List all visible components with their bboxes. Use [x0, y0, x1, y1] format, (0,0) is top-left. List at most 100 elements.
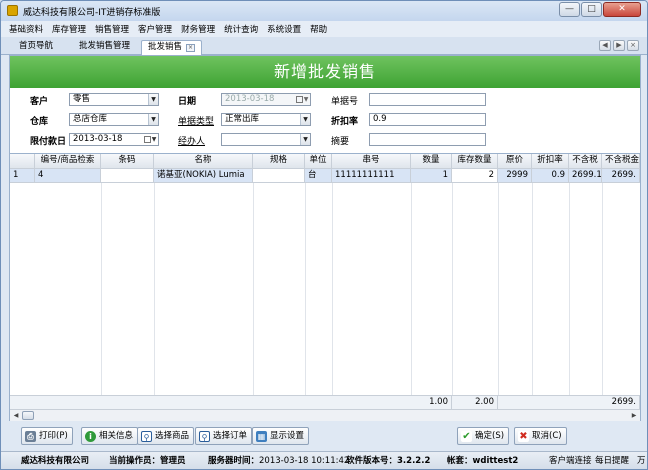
table-cell-stock[interactable]: 2: [452, 169, 498, 183]
items-grid: 编号/商品检索 条码 名称 规格 单位 串号 数量 库存数量 原价 折扣率 不含…: [10, 153, 640, 409]
menu-statistics[interactable]: 统计查询: [224, 23, 258, 35]
menu-customer[interactable]: 客户管理: [138, 23, 172, 35]
col-header-serial[interactable]: 串号: [332, 154, 411, 169]
status-server-time-label: 服务器时间：: [208, 456, 260, 466]
remark-input[interactable]: [369, 133, 486, 146]
status-account-label: 帐套：: [447, 456, 473, 466]
pay-date-field[interactable]: 2013-03-18 ▼: [69, 133, 159, 146]
display-settings-button[interactable]: ▦ 显示设置: [252, 427, 310, 445]
bottom-toolbar: ⎙ 打印(P) i 相关信息 ⚲ 选择商品 ⚲ 选择订单 ▦ 显示设置 ✔ 确定…: [1, 423, 647, 449]
tab-bar: 首页导航 批发销售管理 批发销售 × ◀ ▶ ×: [1, 37, 647, 55]
col-header-qty[interactable]: 数量: [411, 154, 452, 169]
col-header-net-amount[interactable]: 不含税金: [602, 154, 640, 169]
table-cell-barcode[interactable]: [101, 169, 154, 183]
col-header-code[interactable]: 编号/商品检索: [35, 154, 101, 169]
status-reminder[interactable]: 每日提醒: [595, 452, 629, 469]
chevron-down-icon[interactable]: ▼: [300, 114, 310, 125]
table-cell-net-amount[interactable]: 2699.: [602, 169, 640, 183]
chevron-down-icon[interactable]: ▼: [148, 114, 158, 125]
horizontal-scrollbar[interactable]: ◀ ▶: [10, 409, 640, 421]
bill-type-link[interactable]: 单据类型: [178, 114, 214, 127]
select-goods-label: 选择商品: [155, 431, 190, 441]
select-goods-button[interactable]: ⚲ 选择商品: [137, 427, 195, 445]
col-header-unit[interactable]: 单位: [305, 154, 332, 169]
status-client[interactable]: 客户端连接: [549, 452, 592, 469]
tab-home[interactable]: 首页导航: [13, 40, 59, 55]
col-header-price[interactable]: 原价: [498, 154, 532, 169]
menu-inventory[interactable]: 库存管理: [52, 23, 86, 35]
cross-icon: ✖: [518, 430, 529, 442]
minimize-icon[interactable]: —: [559, 2, 580, 17]
scroll-left-icon[interactable]: ◀: [11, 411, 21, 421]
col-header-spec[interactable]: 规格: [253, 154, 305, 169]
menu-sales[interactable]: 销售管理: [95, 23, 129, 35]
title-bar: 威达科技有限公司-IT进销存标准版 — □ ✕: [1, 1, 647, 21]
next-tab-icon[interactable]: ▶: [613, 40, 625, 51]
table-cell-discount[interactable]: 0.9: [532, 169, 569, 183]
warehouse-select[interactable]: 总店仓库 ▼: [69, 113, 159, 126]
calendar-icon[interactable]: ▼: [294, 94, 310, 105]
table-cell-serial[interactable]: 11111111111: [332, 169, 411, 183]
grid-empty-area[interactable]: [10, 183, 640, 393]
select-order-button[interactable]: ⚲ 选择订单: [195, 427, 253, 445]
date-label: 日期: [178, 97, 197, 107]
table-cell-unit[interactable]: 台: [305, 169, 332, 183]
checkmark-icon: ✔: [461, 430, 472, 442]
discount-label: 折扣率: [331, 117, 359, 127]
menu-help[interactable]: 帮助: [310, 23, 327, 35]
chevron-down-icon[interactable]: ▼: [300, 134, 310, 145]
date-field[interactable]: 2013-03-18 ▼: [221, 93, 311, 106]
close-icon[interactable]: ✕: [603, 2, 641, 17]
calendar-icon[interactable]: ▼: [142, 134, 158, 145]
bill-type-select[interactable]: 正常出库 ▼: [221, 113, 311, 126]
cancel-label: 取消(C): [532, 431, 562, 441]
status-operator: 管理员: [160, 456, 186, 466]
confirm-button[interactable]: ✔ 确定(S): [457, 427, 510, 445]
menu-bar: 基础资料 库存管理 销售管理 客户管理 财务管理 统计查询 系统设置 帮助: [1, 21, 647, 37]
menu-settings[interactable]: 系统设置: [267, 23, 301, 35]
select-order-label: 选择订单: [213, 431, 248, 441]
menu-finance[interactable]: 财务管理: [181, 23, 215, 35]
related-info-button[interactable]: i 相关信息: [81, 427, 139, 445]
status-version: 3.2.2.2: [397, 456, 431, 466]
handler-select[interactable]: ▼: [221, 133, 311, 146]
col-header-discount[interactable]: 折扣率: [532, 154, 569, 169]
scroll-right-icon[interactable]: ▶: [629, 411, 639, 421]
tab-wholesale-management[interactable]: 批发销售管理: [73, 40, 136, 55]
print-button[interactable]: ⎙ 打印(P): [21, 427, 73, 445]
col-header-barcode[interactable]: 条码: [101, 154, 154, 169]
cancel-button[interactable]: ✖ 取消(C): [514, 427, 567, 445]
tab-wholesale-sales[interactable]: 批发销售 ×: [141, 40, 203, 55]
display-label: 显示设置: [270, 431, 305, 441]
close-all-icon[interactable]: ×: [627, 40, 639, 51]
status-more: 万: [637, 456, 646, 466]
col-header-stock[interactable]: 库存数量: [452, 154, 498, 169]
chevron-down-icon[interactable]: ▼: [148, 94, 158, 105]
col-header-name[interactable]: 名称: [154, 154, 253, 169]
table-cell-spec[interactable]: [253, 169, 305, 183]
confirm-label: 确定(S): [475, 431, 505, 441]
table-cell-price[interactable]: 2999: [498, 169, 532, 183]
table-cell-name[interactable]: 诺基亚(NOKIA) Lumia: [154, 169, 253, 183]
bill-type-value: 正常出库: [225, 114, 260, 124]
date-value: 2013-03-18: [225, 94, 275, 104]
handler-link[interactable]: 经办人: [178, 134, 205, 147]
customer-value: 零售: [73, 94, 91, 104]
table-cell-net[interactable]: 2699.1: [569, 169, 602, 183]
customer-select[interactable]: 零售 ▼: [69, 93, 159, 106]
printer-icon: ⎙: [25, 430, 36, 442]
discount-input[interactable]: 0.9: [369, 113, 486, 126]
menu-basic-data[interactable]: 基础资料: [9, 23, 43, 35]
col-header-net[interactable]: 不含税: [569, 154, 602, 169]
bill-no-input[interactable]: [369, 93, 486, 106]
pay-date-label: 限付款日: [30, 137, 67, 147]
scroll-thumb[interactable]: [22, 411, 34, 420]
table-cell-code[interactable]: 4: [35, 169, 101, 183]
status-operator-label: 当前操作员：: [109, 456, 161, 466]
prev-tab-icon[interactable]: ◀: [599, 40, 611, 51]
tab-close-icon[interactable]: ×: [186, 44, 196, 52]
maximize-icon[interactable]: □: [581, 2, 602, 17]
table-cell-qty[interactable]: 1: [411, 169, 452, 183]
pay-date-value: 2013-03-18: [73, 134, 123, 144]
status-bar: 威达科技有限公司 当前操作员：管理员 服务器时间：2013-03-18 10:1…: [1, 451, 647, 469]
